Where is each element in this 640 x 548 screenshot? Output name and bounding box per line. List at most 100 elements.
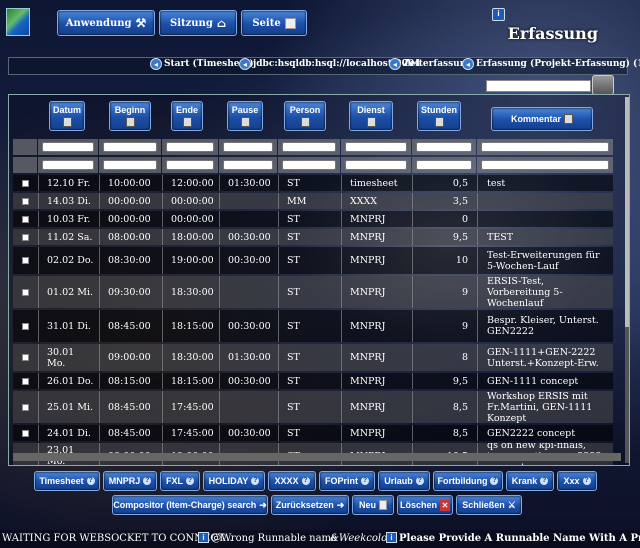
row-checkbox[interactable] xyxy=(22,403,29,411)
search-input[interactable] xyxy=(486,80,591,92)
column-header-person[interactable]: Person xyxy=(284,101,326,131)
filter-krank-button[interactable]: Krank? xyxy=(506,471,554,491)
filter-beginn[interactable] xyxy=(103,142,157,152)
table-row[interactable]: 24.01 Di. 08:45:00 17:45:00 00:30:00 ST MNPRJ… xyxy=(13,425,613,441)
nav-sitzung-button[interactable]: Sitzung ⌂ xyxy=(159,10,237,36)
data-table: Datum Beginn Ende Pause Person Dienst St… xyxy=(8,94,630,466)
table-row[interactable]: 14.03 Di. 00:00:00 00:00:00 MM XXXX 3,5 xyxy=(13,193,613,209)
column-header-stunden[interactable]: Stunden xyxy=(417,101,461,131)
reset-button[interactable]: Zurücksetzen ➜ xyxy=(271,495,349,515)
column-header-ende[interactable]: Ende xyxy=(171,101,203,131)
column-divider xyxy=(341,391,342,423)
column-divider xyxy=(219,276,220,308)
filter-dienst-2[interactable] xyxy=(345,160,407,170)
filter-pause[interactable] xyxy=(223,142,273,152)
filter-foprint-button[interactable]: FOPrint? xyxy=(319,471,375,491)
nav-seite-button[interactable]: Seite xyxy=(241,10,307,36)
filter-holiday-button[interactable]: HOLIDAY? xyxy=(203,471,265,491)
row-checkbox[interactable] xyxy=(22,233,29,241)
row-checkbox[interactable] xyxy=(22,322,29,330)
cell-kommentar: Workshop ERSIS mit Fr.Martini, GEN-1111 … xyxy=(487,391,593,423)
nav-anwendung-button[interactable]: Anwendung ⚒ xyxy=(57,10,155,36)
cell-pause: 01:30:00 xyxy=(228,352,271,363)
row-checkbox[interactable] xyxy=(22,197,29,205)
filter-kommentar-2[interactable] xyxy=(481,160,609,170)
column-header-beginn[interactable]: Beginn xyxy=(109,101,151,131)
column-divider xyxy=(341,175,342,191)
filter-urlaub-button[interactable]: Urlaub? xyxy=(378,471,430,491)
info-icon[interactable]: i xyxy=(198,532,209,543)
breadcrumb-item-erfassung[interactable]: ◂ Erfassung (Projekt-Erfassung) (153) xyxy=(462,58,640,70)
close-button[interactable]: Schließen ⚔ xyxy=(456,495,522,515)
app-logo[interactable] xyxy=(6,8,30,36)
filter-datum-2[interactable] xyxy=(42,160,94,170)
nav-sitzung-label: Sitzung xyxy=(169,17,213,29)
table-row[interactable]: 31.01 Di. 08:45:00 18:15:00 00:30:00 ST MNPRJ… xyxy=(13,310,613,342)
cell-kommentar: test xyxy=(487,177,506,189)
help-icon: ? xyxy=(86,477,95,485)
row-checkbox[interactable] xyxy=(22,215,29,223)
filter-xxxx-button[interactable]: XXXX? xyxy=(268,471,316,491)
info-icon[interactable]: i xyxy=(492,8,505,21)
button-label: FOPrint xyxy=(325,476,358,486)
column-divider xyxy=(477,373,478,389)
table-row[interactable]: 01.02 Mi. 09:30:00 18:30:00 ST MNPRJ 9 ERSIS-T… xyxy=(13,276,613,308)
cell-person: ST xyxy=(287,401,300,413)
table-row[interactable]: 10.03 Fr. 00:00:00 00:00:00 ST MNPRJ 0 xyxy=(13,211,613,227)
filter-stunden[interactable] xyxy=(416,142,472,152)
filter-ende[interactable] xyxy=(166,142,214,152)
filter-beginn-2[interactable] xyxy=(103,160,157,170)
table-row[interactable]: 12.10 Fr. 10:00:00 12:00:00 01:30:00 ST times… xyxy=(13,175,613,191)
table-row[interactable]: 11.02 Sa. 08:00:00 18:00:00 00:30:00 ST MNPRJ… xyxy=(13,229,613,245)
filter-xxx-button[interactable]: Xxx? xyxy=(557,471,597,491)
row-checkbox[interactable] xyxy=(22,257,29,264)
help-icon: ? xyxy=(186,477,194,485)
row-checkbox[interactable] xyxy=(22,354,29,361)
column-divider xyxy=(219,391,220,423)
column-header-kommentar[interactable]: Kommentar xyxy=(491,107,593,131)
row-checkbox[interactable] xyxy=(22,377,29,385)
new-button[interactable]: Neu xyxy=(352,495,394,515)
row-checkbox[interactable] xyxy=(22,288,29,296)
table-row[interactable]: 25.01 Mi. 08:45:00 17:45:00 ST MNPRJ 8,5 Works… xyxy=(13,391,613,423)
filter-dienst[interactable] xyxy=(345,142,407,152)
column-header-pause[interactable]: Pause xyxy=(227,101,263,131)
search-button[interactable] xyxy=(592,75,614,95)
column-header-datum[interactable]: Datum xyxy=(49,101,85,131)
filter-datum[interactable] xyxy=(42,142,94,152)
filter-mnprj-button[interactable]: MNPRJ? xyxy=(103,471,157,491)
cell-dienst: XXXX xyxy=(350,195,378,207)
cell-beginn: 00:00:00 xyxy=(108,213,151,225)
filter-person-2[interactable] xyxy=(282,160,336,170)
button-label: Löschen xyxy=(399,500,437,510)
cell-kommentar: Test-Erweiterungen für 5-Wochen-Lauf xyxy=(487,249,600,272)
filter-person[interactable] xyxy=(282,142,336,152)
filter-timesheet-button[interactable]: Timesheet? xyxy=(34,471,100,491)
column-divider xyxy=(278,310,279,342)
row-checkbox[interactable] xyxy=(22,179,29,187)
arrow-left-icon: ◂ xyxy=(462,58,474,70)
column-divider xyxy=(278,276,279,308)
info-icon[interactable]: i xyxy=(386,532,397,543)
column-label: Stunden xyxy=(421,105,457,115)
table-row[interactable]: 30.01 Mo. 09:00:00 18:30:00 01:30:00 ST MNPRJ… xyxy=(13,344,613,371)
table-row[interactable]: 26.01 Do. 08:15:00 18:15:00 00:30:00 ST MNPRJ… xyxy=(13,373,613,389)
table-row[interactable]: 02.02 Do. 08:30:00 19:00:00 00:30:00 ST MNPRJ… xyxy=(13,247,613,274)
row-checkbox[interactable] xyxy=(22,429,29,437)
filter-pause-2[interactable] xyxy=(223,160,273,170)
compositor-search-button[interactable]: Compositor (Item-Charge) search ➜ xyxy=(112,495,268,515)
filter-fxl-button[interactable]: FXL? xyxy=(160,471,200,491)
cell-beginn: 08:30:00 xyxy=(108,255,151,266)
horizontal-scrollbar[interactable] xyxy=(13,453,621,461)
vertical-scrollbar-thumb[interactable] xyxy=(625,97,629,327)
filter-kommentar[interactable] xyxy=(481,142,609,152)
delete-button[interactable]: Löschen ✕ xyxy=(397,495,453,515)
filter-ende-2[interactable] xyxy=(166,160,214,170)
cell-person: ST xyxy=(287,213,300,225)
column-divider xyxy=(38,211,39,227)
sort-icon xyxy=(434,117,444,127)
filter-fortbildung-button[interactable]: Fortbildung? xyxy=(433,471,503,491)
filter-stunden-2[interactable] xyxy=(416,160,472,170)
breadcrumb-item-zeiterfassung[interactable]: ◂ Zeiterfassung xyxy=(389,58,473,70)
column-header-dienst[interactable]: Dienst xyxy=(349,101,393,131)
